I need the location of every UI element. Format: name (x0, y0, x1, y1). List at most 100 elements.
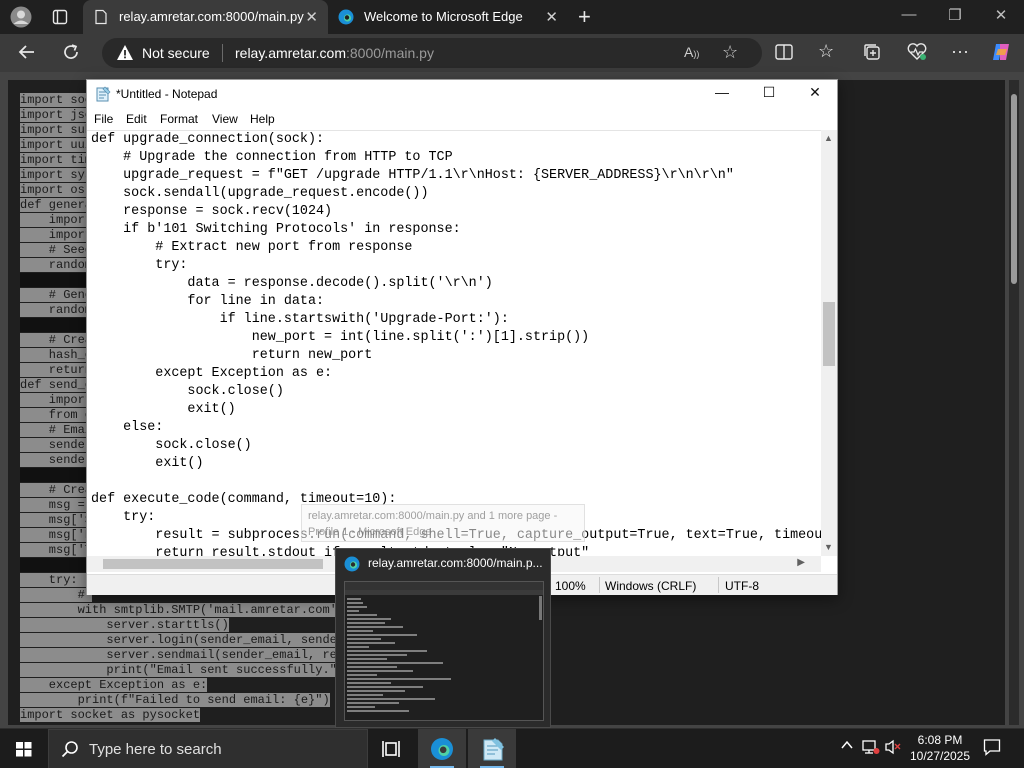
close-tab-icon[interactable]: ✕ (305, 8, 318, 26)
notepad-vertical-scrollbar[interactable]: ▲ ▼ (821, 130, 837, 556)
source-line: print("Email sent successfully.") (20, 663, 345, 678)
copilot-icon[interactable] (990, 41, 1012, 67)
show-hidden-icons-icon[interactable] (840, 738, 854, 755)
edge-logo-icon (338, 9, 354, 25)
source-line-text: msg['T (20, 543, 93, 557)
collections-icon[interactable] (863, 43, 881, 65)
maximize-icon[interactable]: ☐ (746, 84, 792, 101)
code-line: if line.startswith('Upgrade-Port:'): (91, 312, 509, 327)
menu-help[interactable]: Help (250, 112, 275, 126)
source-line-text: msg = (20, 498, 93, 512)
page-icon (93, 9, 109, 25)
more-options-icon[interactable]: ··· (951, 41, 969, 62)
source-line-text (20, 273, 93, 287)
notepad-icon (483, 738, 504, 761)
close-tab-icon[interactable]: ✕ (545, 8, 558, 26)
tab-relay-main[interactable]: relay.amretar.com:8000/main.py ✕ (83, 0, 328, 34)
source-line-text: # Emai (20, 423, 93, 437)
source-line-text: import soc (20, 93, 93, 107)
code-line: # Extract new port from response (91, 240, 413, 255)
restore-icon[interactable]: ❐ (932, 6, 978, 24)
notepad-title: *Untitled - Notepad (116, 87, 218, 101)
taskbar-notepad-button[interactable] (468, 729, 516, 768)
source-line-text: random (20, 303, 93, 317)
taskbar-window-preview[interactable]: relay.amretar.com:8000/main.p... (335, 548, 551, 728)
menu-edit[interactable]: Edit (126, 112, 147, 126)
source-line-text (20, 558, 93, 572)
source-line-text (20, 468, 93, 482)
source-line-text: # Crea (20, 333, 93, 347)
notifications-icon[interactable] (983, 738, 1001, 759)
menu-view[interactable]: View (212, 112, 238, 126)
taskbar-edge-button[interactable] (418, 729, 466, 768)
menu-format[interactable]: Format (160, 112, 198, 126)
clock-time: 6:08 PM (917, 733, 963, 747)
taskbar-clock[interactable]: 6:08 PM 10/27/2025 (905, 732, 975, 764)
split-screen-icon[interactable] (775, 44, 793, 64)
encoding: UTF-8 (725, 579, 759, 593)
code-line: # Upgrade the connection from HTTP to TC… (91, 150, 453, 165)
scroll-right-icon[interactable]: ▶ (797, 557, 805, 568)
source-line-text: hash_o (20, 348, 93, 362)
scroll-up-icon[interactable]: ▲ (824, 133, 833, 143)
menu-file[interactable]: File (94, 112, 113, 126)
minimize-icon[interactable]: — (886, 6, 932, 23)
tab-title: Welcome to Microsoft Edge (364, 9, 523, 24)
warning-icon[interactable] (116, 44, 134, 61)
url-field[interactable]: Not secure relay.amretar.com:8000/main.p… (102, 38, 762, 68)
code-line: response = sock.recv(1024) (91, 204, 333, 219)
new-tab-icon[interactable]: + (578, 4, 591, 30)
vertical-scrollbar-thumb[interactable] (823, 302, 835, 366)
source-line-text: import jso (20, 108, 93, 122)
code-line: return new_port (91, 348, 373, 363)
notepad-title-bar[interactable]: *Untitled - Notepad — ☐ ✕ (87, 80, 837, 108)
preview-thumbnail[interactable] (344, 581, 544, 721)
source-line-text: import socket as pysocket (20, 708, 201, 722)
close-window-icon[interactable]: ✕ (978, 6, 1024, 24)
page-scrollbar-thumb[interactable] (1011, 94, 1017, 284)
task-view-button[interactable] (368, 729, 416, 768)
source-line-text: sender (20, 453, 93, 467)
profile-avatar-icon[interactable] (10, 6, 32, 28)
source-line-text: # Gene (20, 288, 93, 302)
page-scrollbar[interactable] (1009, 80, 1019, 725)
start-button[interactable] (0, 729, 48, 768)
edge-logo-icon (431, 738, 453, 760)
volume-muted-icon[interactable] (884, 739, 902, 758)
tab-actions-icon[interactable] (52, 9, 68, 25)
favorites-icon[interactable]: ☆ (818, 41, 834, 62)
source-line: with smtplib.SMTP('mail.amretar.com', (20, 603, 345, 618)
notepad-text-area[interactable]: def upgrade_connection(sock): # Upgrade … (87, 130, 821, 556)
notepad-code-text[interactable]: def upgrade_connection(sock): # Upgrade … (91, 131, 821, 556)
tab-welcome-edge[interactable]: Welcome to Microsoft Edge ✕ (328, 0, 568, 34)
source-line-text: try: (20, 573, 93, 587)
browser-tab-strip: relay.amretar.com:8000/main.py ✕ Welcome… (0, 0, 1024, 34)
back-icon[interactable] (18, 43, 36, 65)
refresh-icon[interactable] (62, 43, 80, 65)
url-text[interactable]: relay.amretar.com:8000/main.py (235, 45, 434, 61)
source-line-text: import sub (20, 123, 93, 137)
task-view-icon (382, 741, 400, 757)
favorite-star-icon[interactable]: ☆ (722, 42, 738, 63)
browser-essentials-icon[interactable] (907, 43, 927, 65)
source-line-text: print("Email sent successfully.") (20, 663, 345, 677)
code-line: upgrade_request = f"GET /upgrade HTTP/1.… (91, 168, 734, 183)
source-line: import socket as pysocket (20, 708, 344, 723)
not-secure-label[interactable]: Not secure (142, 45, 210, 61)
tab-title: relay.amretar.com:8000/main.py (119, 9, 304, 24)
taskbar-search[interactable]: Type here to search (48, 729, 368, 768)
url-divider (222, 44, 223, 62)
status-divider (718, 577, 719, 593)
source-line: server.sendmail(sender_email, rec (20, 648, 345, 663)
code-line: sock.close() (91, 384, 284, 399)
close-icon[interactable]: ✕ (792, 84, 838, 101)
source-line-text: def genera (20, 198, 93, 212)
code-line: data = response.decode().split('\r\n') (91, 276, 493, 291)
network-icon[interactable] (862, 739, 880, 758)
scroll-down-icon[interactable]: ▼ (824, 542, 833, 552)
source-line-text: import sys (20, 168, 93, 182)
minimize-icon[interactable]: — (699, 84, 745, 100)
code-line: try: (91, 258, 188, 273)
horizontal-scrollbar-thumb[interactable] (103, 559, 323, 569)
read-aloud-icon[interactable]: A)) (684, 44, 699, 60)
